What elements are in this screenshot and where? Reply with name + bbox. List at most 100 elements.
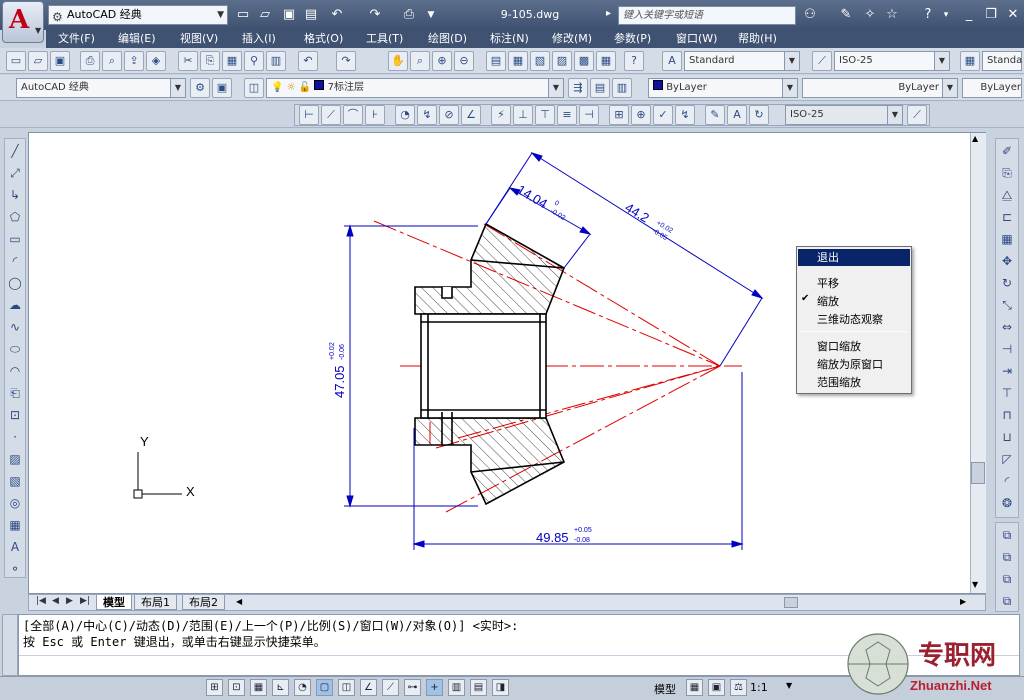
continue-icon[interactable]: ⊤ [535,105,555,125]
dim-style-combo[interactable]: ISO-25 ▼ [785,105,903,125]
layer-previous-icon[interactable]: ▤ [590,78,610,98]
tab-nav-last-icon[interactable]: ▶| [80,596,90,606]
break-point-icon[interactable]: ⊤ [998,383,1016,403]
baseline-icon[interactable]: ⊥ [513,105,533,125]
zoom-realtime-icon[interactable]: ⌕ [410,51,430,71]
vertical-scrollbar[interactable] [970,133,986,593]
menu-help[interactable]: 帮助(H) [734,30,781,48]
dim-style-manager-icon[interactable]: ⟋ [907,105,927,125]
arc-length-icon[interactable]: ⌒ [343,105,363,125]
table-style-combo[interactable]: Standa [982,51,1022,71]
explode-icon[interactable]: ❂ [998,493,1016,513]
add-selected-icon[interactable]: ⚬ [6,559,24,579]
table-style-icon[interactable]: ▦ [960,51,980,71]
multiline-text-icon[interactable]: A [6,537,24,557]
polar-icon[interactable]: ◔ [294,679,311,696]
search-input[interactable]: 键入关键字或短语 [618,6,796,25]
bring-above-icon[interactable]: ⧉ [998,569,1016,589]
linear-dim-icon[interactable]: ⊢ [299,105,319,125]
annotation-scale-value[interactable]: 1:1 [750,681,768,694]
line-icon[interactable]: ╱ [6,141,24,161]
satellite-icon[interactable]: ✧ [860,6,880,24]
save-icon[interactable]: ▣ [50,51,70,71]
menu-tools[interactable]: 工具(T) [362,30,407,48]
quick-properties-icon[interactable]: ▤ [470,679,487,696]
angular-icon[interactable]: ∠ [461,105,481,125]
redo-icon[interactable]: ↷ [336,51,356,71]
save-as-icon[interactable]: ▤ [302,6,320,24]
tab-layout2[interactable]: 布局2 [182,595,225,610]
star-icon[interactable]: ☆ [882,6,902,24]
undo-icon[interactable]: ↶ [328,6,346,24]
spline-icon[interactable]: ∿ [6,317,24,337]
help-icon[interactable]: ? [624,51,644,71]
insert-block-icon[interactable]: ⎗ [6,383,24,403]
horizontal-scroll-thumb[interactable] [784,597,798,608]
plot-icon[interactable]: ⎙ [80,51,100,71]
copy-icon[interactable]: ⎘ [200,51,220,71]
aligned-dim-icon[interactable]: ⟋ [321,105,341,125]
dynamic-input-icon[interactable]: ⊶ [404,679,421,696]
radius-icon[interactable]: ◔ [395,105,415,125]
point-icon[interactable]: · [6,427,24,447]
chevron-down-icon[interactable]: ▼ [786,681,792,690]
tab-nav-first-icon[interactable]: |◀ [36,596,46,606]
quick-dim-icon[interactable]: ⚡ [491,105,511,125]
infer-constraints-icon[interactable]: ⊞ [206,679,223,696]
dim-edit-icon[interactable]: ✎ [705,105,725,125]
menu-draw[interactable]: 绘图(D) [424,30,471,48]
quick-view-drawings-icon[interactable]: ▣ [708,679,725,696]
menu-modify[interactable]: 修改(M) [548,30,596,48]
trim-icon[interactable]: ⊣ [998,339,1016,359]
chevron-right-icon[interactable]: ▸ [606,8,611,19]
3d-osnap-icon[interactable]: ◫ [338,679,355,696]
stretch-icon[interactable]: ⇔ [998,317,1016,337]
circle-icon[interactable]: ◯ [6,273,24,293]
tools-icon[interactable]: ✎ [836,6,856,24]
paste-icon[interactable]: ▦ [222,51,242,71]
dimension-style-icon[interactable]: ⟋ [812,51,832,71]
ordinate-icon[interactable]: ⊦ [365,105,385,125]
lineweight-combo[interactable]: ByLayer [962,78,1022,98]
3d-dwf-icon[interactable]: ◈ [146,51,166,71]
lineweight-icon[interactable]: + [426,679,443,696]
command-window-grip[interactable] [2,614,18,676]
chevron-down-icon[interactable]: ▼ [422,6,440,24]
rotate-icon[interactable]: ↻ [998,273,1016,293]
menu-edit[interactable]: 编辑(E) [114,30,160,48]
vertical-scroll-thumb[interactable] [971,462,985,484]
make-block-icon[interactable]: ⊡ [6,405,24,425]
quick-view-layouts-icon[interactable]: ▦ [686,679,703,696]
bring-front-icon[interactable]: ⧉ [998,525,1016,545]
polyline-icon[interactable]: ↳ [6,185,24,205]
zoom-previous-icon[interactable]: ⊖ [454,51,474,71]
workspace-settings-icon[interactable]: ⚙ [190,78,210,98]
sheet-set-icon[interactable]: ▨ [552,51,572,71]
ducs-icon[interactable]: ⟋ [382,679,399,696]
transparency-icon[interactable]: ▥ [448,679,465,696]
redo-icon[interactable]: ↷ [366,6,384,24]
menu-insert[interactable]: 插入(I) [238,30,280,48]
binoculars-icon[interactable]: ⚇ [800,6,820,24]
cut-icon[interactable]: ✂ [178,51,198,71]
publish-icon[interactable]: ⇪ [124,51,144,71]
object-track-icon[interactable]: ∠ [360,679,377,696]
tool-palettes-icon[interactable]: ▧ [530,51,550,71]
tolerance-icon[interactable]: ⊞ [609,105,629,125]
ellipse-icon[interactable]: ⬭ [6,339,24,359]
properties-icon[interactable]: ▤ [486,51,506,71]
fillet-icon[interactable]: ◜ [998,471,1016,491]
undo-icon[interactable]: ↶ [298,51,318,71]
table-icon[interactable]: ▦ [6,515,24,535]
plot-preview-icon[interactable]: ⌕ [102,51,122,71]
menu-file[interactable]: 文件(F) [54,30,99,48]
tab-model[interactable]: 模型 [96,595,132,610]
center-mark-icon[interactable]: ⊕ [631,105,651,125]
workspace-combo[interactable]: AutoCAD 经典 ▼ [16,78,186,98]
ortho-icon[interactable]: ⊾ [272,679,289,696]
layer-combo[interactable]: 💡 ☼ 🔓 7标注层 ▼ [266,78,564,98]
arc-icon[interactable]: ◜ [6,251,24,271]
menu-format[interactable]: 格式(O) [300,30,347,48]
match-properties-icon[interactable]: ⚲ [244,51,264,71]
scale-icon[interactable]: ⤡ [998,295,1016,315]
